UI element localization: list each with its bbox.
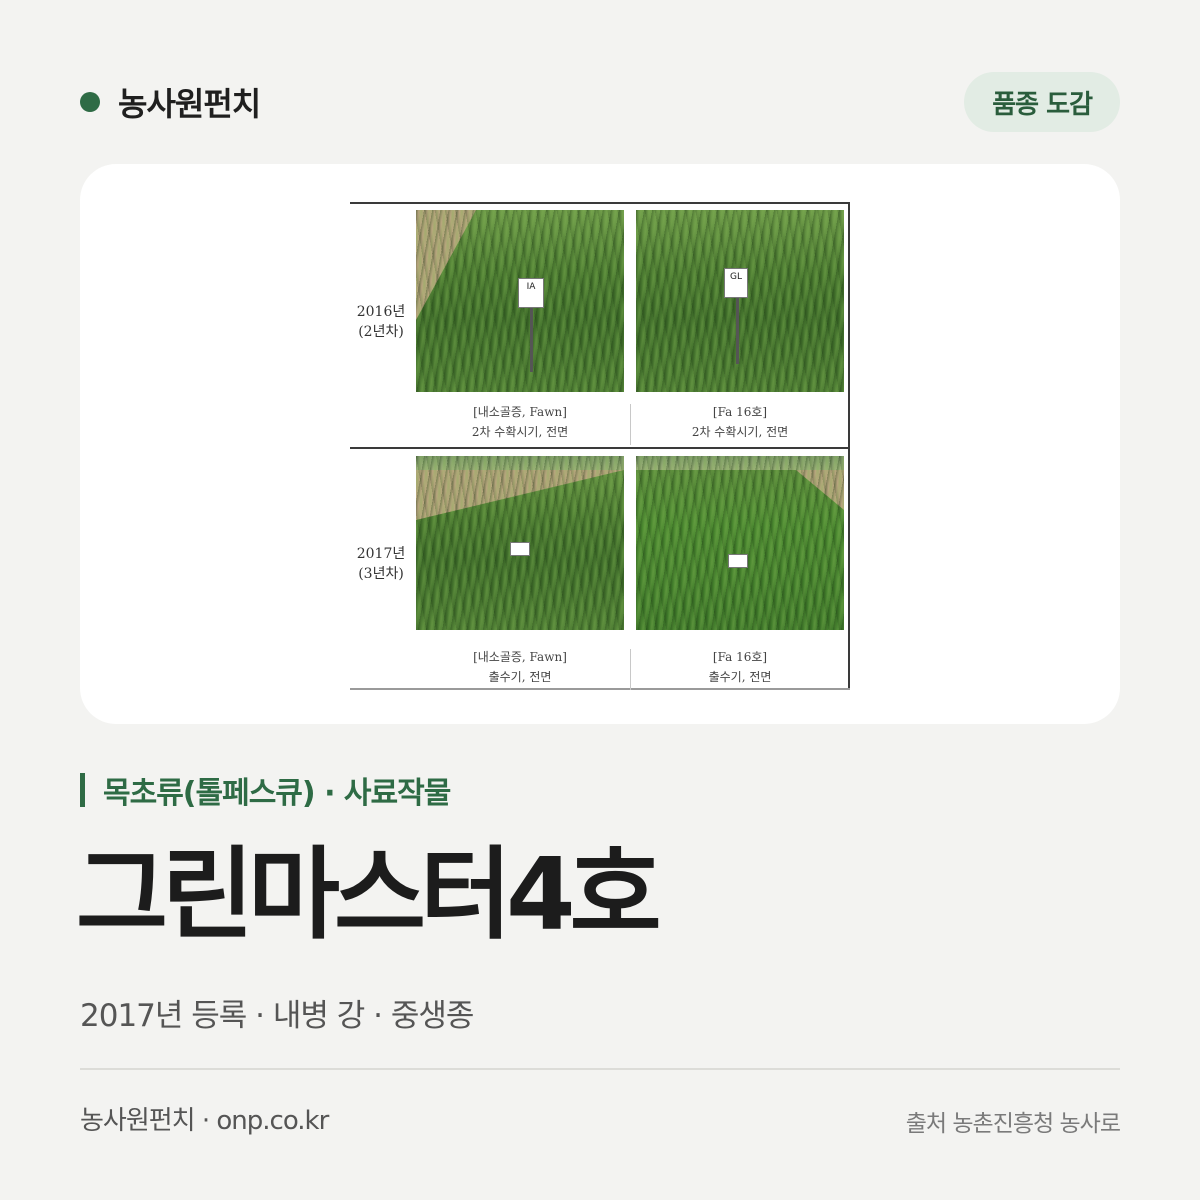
plot-stake	[728, 554, 748, 568]
photo-card: 2016년 (2년차) IA [내소골증, Fawn] 2차 수확시기, 전면 …	[80, 164, 1120, 724]
footer-site-link[interactable]: 농사원펀치 · onp.co.kr	[80, 1100, 329, 1137]
grass-texture	[636, 456, 844, 630]
caption-line: [내소골증, Fawn]	[473, 405, 567, 419]
variety-title: 그린마스터4호	[76, 836, 662, 953]
photo-caption: [Fa 16호] 출수기, 전면	[636, 647, 844, 687]
table-row-divider	[350, 447, 850, 449]
year-text: 2017년	[356, 546, 406, 562]
brand-dot-icon	[80, 92, 100, 112]
brand[interactable]: 농사원펀치	[80, 79, 261, 125]
caption-line: 출수기, 전면	[488, 670, 552, 684]
plot-stake: GL	[724, 268, 748, 298]
category-line: 목초류(톨페스큐) · 사료작물	[80, 770, 451, 811]
footer-divider	[80, 1068, 1120, 1070]
stake-post	[736, 294, 739, 364]
caption-divider	[630, 649, 631, 690]
grass-photo: GL	[636, 210, 844, 392]
variety-meta: 2017년 등록 · 내병 강 · 중생종	[80, 998, 474, 1034]
category-accent-bar	[80, 773, 85, 807]
category-tag-button[interactable]: 품종 도감	[964, 72, 1120, 132]
row-year-label: 2016년 (2년차)	[350, 302, 412, 342]
photo-caption: [Fa 16호] 2차 수확시기, 전면	[636, 402, 844, 442]
category-text: 목초류(톨페스큐) · 사료작물	[103, 776, 451, 811]
grass-photo	[416, 456, 624, 630]
stake-post	[530, 302, 533, 372]
grass-photo	[636, 456, 844, 630]
plot-stake	[510, 542, 530, 556]
caption-line: 2차 수확시기, 전면	[471, 425, 569, 439]
row-year-label: 2017년 (3년차)	[350, 544, 412, 584]
grass-texture	[636, 210, 844, 392]
brand-name: 농사원펀치	[118, 85, 261, 123]
table-border	[848, 204, 850, 688]
footer-source: 출처 농촌진흥청 농사로	[905, 1111, 1121, 1137]
stage-text: (2년차)	[358, 324, 404, 340]
header: 농사원펀치 품종 도감	[80, 72, 1120, 132]
photo-caption: [내소골증, Fawn] 출수기, 전면	[416, 647, 624, 687]
caption-line: [Fa 16호]	[712, 405, 768, 419]
caption-line: [Fa 16호]	[712, 650, 768, 664]
comparison-figure: 2016년 (2년차) IA [내소골증, Fawn] 2차 수확시기, 전면 …	[350, 202, 850, 690]
caption-line: 2차 수확시기, 전면	[691, 425, 789, 439]
stage-text: (3년차)	[358, 566, 404, 582]
caption-divider	[630, 404, 631, 445]
grass-photo: IA	[416, 210, 624, 392]
caption-line: [내소골증, Fawn]	[473, 650, 567, 664]
photo-caption: [내소골증, Fawn] 2차 수확시기, 전면	[416, 402, 624, 442]
plot-stake: IA	[518, 278, 544, 308]
caption-line: 출수기, 전면	[708, 670, 772, 684]
year-text: 2016년	[356, 304, 406, 320]
